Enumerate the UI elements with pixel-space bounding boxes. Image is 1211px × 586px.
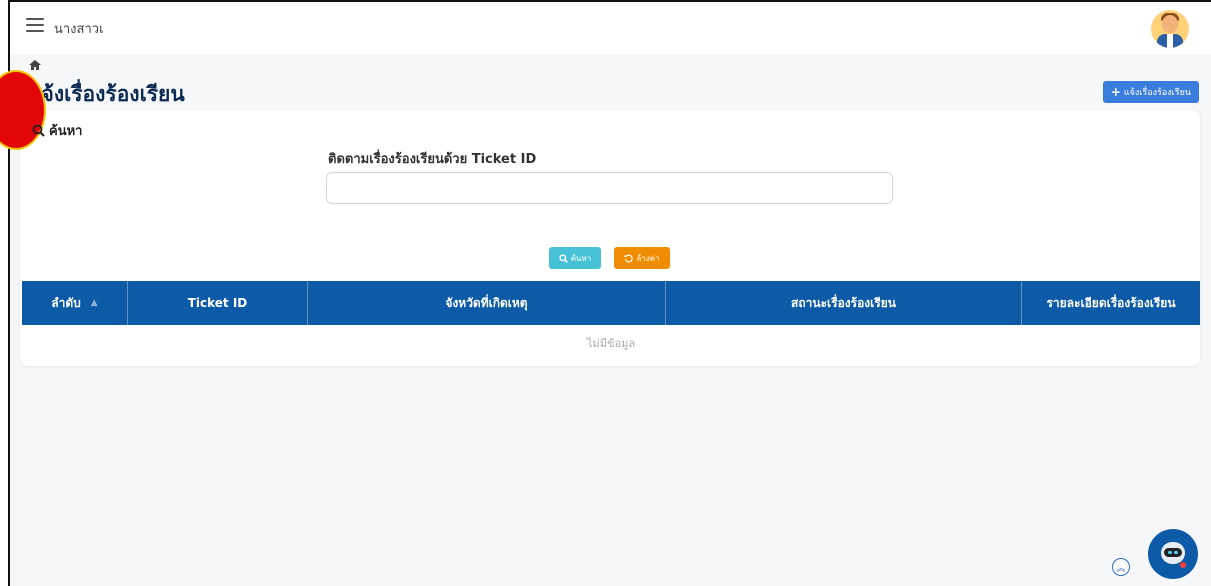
chevrons-up-icon[interactable]: ︽ (1112, 558, 1130, 576)
ticket-id-label: ติดตามเรื่องร้องเรียนด้วย Ticket ID (328, 152, 537, 167)
clear-button[interactable]: ล้างค่า (614, 247, 670, 269)
sort-icon[interactable]: ▲ (91, 298, 98, 308)
column-label: จังหวัดที่เกิดเหตุ (445, 295, 528, 310)
search-button-label: ค้นหา (570, 253, 592, 263)
plus-icon: + (1110, 85, 1121, 99)
search-icon (32, 124, 45, 137)
home-icon[interactable] (28, 59, 42, 71)
page-title: แจ้งเรื่องร้องเรียน (28, 82, 185, 106)
column-header-status[interactable]: สถานะเรื่องร้องเรียน (666, 281, 1022, 325)
column-label: Ticket ID (187, 296, 248, 310)
search-heading: ค้นหา (32, 120, 82, 141)
search-icon (559, 253, 568, 263)
column-header-province[interactable]: จังหวัดที่เกิดเหตุ (308, 281, 666, 325)
top-bar: นางสาวเ (10, 2, 1211, 54)
column-header-order[interactable]: ลำดับ ▲ (22, 281, 128, 325)
chatbot-icon[interactable] (1148, 529, 1198, 579)
column-header-ticket-id[interactable]: Ticket ID (128, 281, 308, 325)
column-label: รายละเอียดเรื่องร้องเรียน (1046, 295, 1176, 310)
column-label: ลำดับ (51, 295, 81, 310)
empty-table-row: ไม่มีข้อมูล (586, 337, 636, 350)
clear-button-label: ล้างค่า (636, 253, 660, 263)
search-button[interactable]: ค้นหา (549, 247, 601, 269)
column-header-details[interactable]: รายละเอียดเรื่องร้องเรียน (1022, 281, 1200, 325)
search-heading-label: ค้นหา (49, 124, 83, 139)
ticket-id-input[interactable] (326, 172, 893, 204)
add-complaint-button[interactable]: + แจ้งเรื่องร้องเรียน (1102, 81, 1199, 103)
reset-icon (624, 254, 634, 262)
user-name: นางสาวเ (54, 22, 104, 37)
hamburger-icon[interactable] (26, 18, 44, 32)
table-header: ลำดับ ▲ Ticket ID จังหวัดที่เกิดเหตุ สถา… (22, 281, 1200, 325)
add-complaint-label: แจ้งเรื่องร้องเรียน (1123, 88, 1191, 98)
column-label: สถานะเรื่องร้องเรียน (791, 295, 896, 310)
avatar[interactable] (1151, 10, 1189, 48)
app-frame: นางสาวเ แจ้งเรื่องร้องเรียน + แจ้งเรื่อง… (0, 0, 1211, 586)
